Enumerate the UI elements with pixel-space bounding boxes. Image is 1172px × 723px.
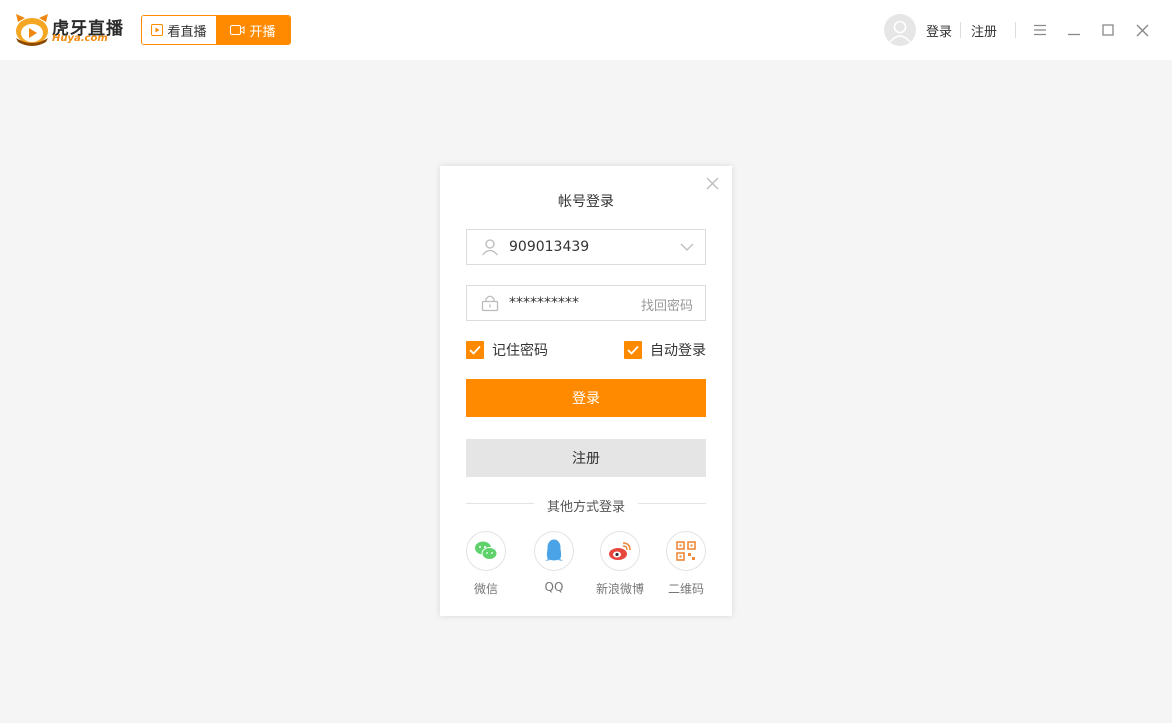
huya-logo[interactable]: 虎牙直播 Huya.com (14, 12, 123, 48)
weibo-button[interactable] (600, 531, 640, 571)
avatar[interactable] (884, 14, 916, 46)
maximize-button[interactable] (1098, 20, 1118, 40)
qq-icon (545, 539, 563, 561)
weibo-login[interactable]: 新浪微博 (590, 531, 650, 597)
other-login-methods-label: 其他方式登录 (546, 500, 625, 515)
close-icon (706, 177, 718, 189)
header-register-link[interactable]: 注册 (971, 21, 997, 40)
checkbox-box (624, 341, 642, 359)
huya-tiger-icon (16, 14, 48, 46)
username-field (466, 229, 706, 265)
qq-button[interactable] (534, 531, 574, 571)
tab-start-broadcast-label: 开播 (249, 24, 276, 40)
checkbox-box (466, 341, 484, 359)
forgot-password-link[interactable]: 找回密码 (641, 295, 693, 314)
auto-login-label: 自动登录 (650, 343, 706, 359)
register-button[interactable]: 注册 (466, 439, 706, 477)
remember-password-label: 记住密码 (492, 343, 548, 359)
lock-icon (481, 295, 499, 312)
minimize-icon (1068, 33, 1080, 36)
wechat-login[interactable]: 微信 (456, 531, 516, 597)
header-separator (960, 22, 961, 38)
user-icon (482, 239, 498, 256)
tab-start-broadcast[interactable]: 开播 (216, 16, 290, 44)
title-bar: 虎牙直播 Huya.com 看直播 开播 登录 注册 (0, 0, 1172, 60)
wechat-button[interactable] (466, 531, 506, 571)
header-login-link[interactable]: 登录 (926, 21, 952, 40)
qq-label: QQ (544, 580, 564, 594)
password-input[interactable] (509, 293, 659, 313)
qr-code-login[interactable]: 二维码 (656, 531, 716, 597)
auto-login-checkbox[interactable]: 自动登录 (624, 340, 706, 360)
checkmark-icon (627, 345, 639, 355)
qr-code-button[interactable] (666, 531, 706, 571)
checkmark-icon (469, 345, 481, 355)
close-icon (1136, 24, 1148, 36)
qq-login[interactable]: QQ (524, 531, 584, 594)
user-avatar-icon (889, 20, 911, 43)
minimize-button[interactable] (1064, 20, 1084, 40)
wechat-label: 微信 (473, 582, 498, 596)
tab-watch-live[interactable]: 看直播 (142, 16, 216, 44)
window-close-button[interactable] (1132, 20, 1152, 40)
qr-code-icon (676, 541, 696, 561)
weibo-icon (609, 542, 631, 560)
header-separator (1015, 22, 1016, 38)
play-icon (151, 24, 164, 36)
login-dialog: 帐号登录 找回密码 记住密码 自 (440, 166, 732, 616)
weibo-label: 新浪微博 (595, 582, 644, 596)
dialog-title: 帐号登录 (558, 194, 614, 210)
video-camera-icon (230, 25, 245, 35)
maximize-icon (1102, 24, 1114, 36)
chevron-down-icon[interactable] (679, 240, 695, 254)
password-field: 找回密码 (466, 285, 706, 321)
username-input[interactable] (509, 237, 659, 257)
menu-button[interactable] (1030, 20, 1050, 40)
logo-domain: Huya.com (52, 33, 108, 44)
remember-password-checkbox[interactable]: 记住密码 (466, 340, 548, 360)
qr-code-label: 二维码 (667, 582, 704, 596)
wechat-icon (475, 541, 498, 560)
menu-icon (1034, 24, 1046, 36)
dialog-close-button[interactable] (703, 174, 721, 192)
login-button[interactable]: 登录 (466, 379, 706, 417)
mode-tabs: 看直播 开播 (141, 15, 291, 45)
tab-watch-live-label: 看直播 (167, 24, 207, 40)
